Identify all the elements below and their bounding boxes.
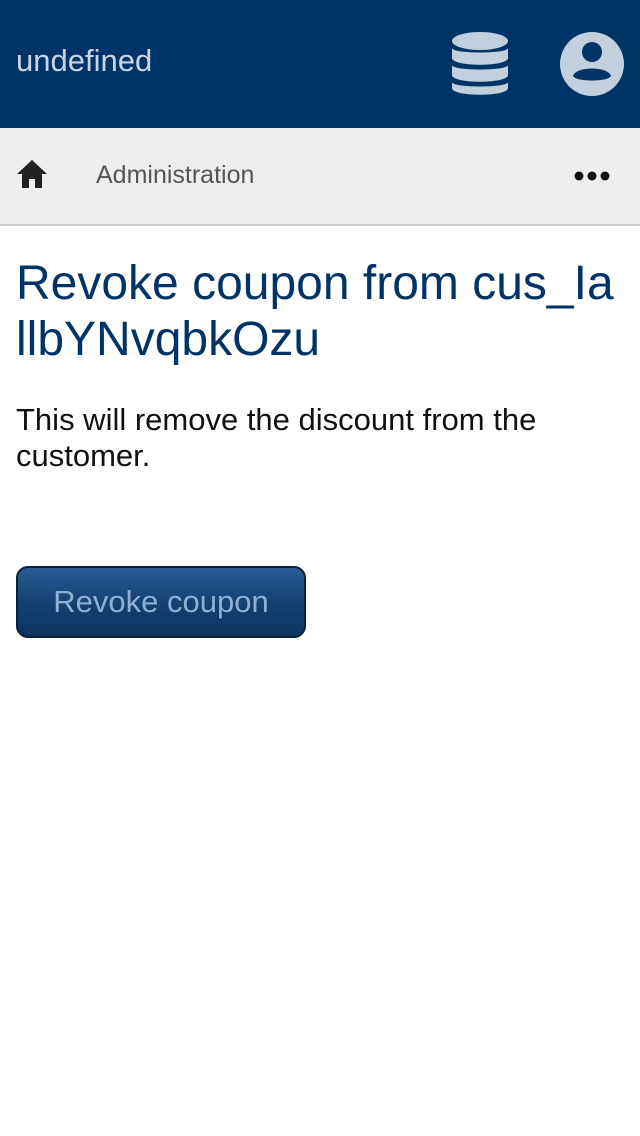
description-text: This will remove the discount from the c… [16,402,537,473]
more-horizontal-icon [574,171,610,181]
home-icon [17,160,47,188]
revoke-coupon-button[interactable]: Revoke coupon [16,566,306,638]
home-button[interactable] [4,144,60,204]
database-icon [452,32,508,95]
more-options-button[interactable] [564,146,620,206]
breadcrumb: Administration [0,128,640,226]
breadcrumb-item-administration[interactable]: Administration [96,159,254,191]
app-title: undefined [16,43,153,78]
account-button[interactable] [552,24,632,104]
account-circle-icon [560,32,624,96]
database-button[interactable] [440,24,520,104]
page-title: Revoke coupon from cus_IallbYNvqbkOzu [16,257,614,366]
app-header: undefined [0,0,640,128]
main-content: Revoke coupon from cus_IallbYNvqbkOzu Th… [16,226,624,638]
